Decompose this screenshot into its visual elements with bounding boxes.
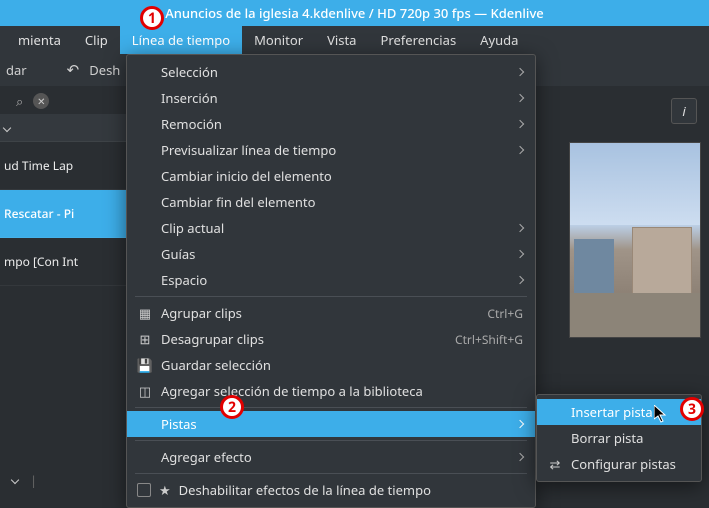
menu-item-guardar-seleccion[interactable]: 💾Guardar selección xyxy=(127,352,535,378)
info-icon: i xyxy=(682,102,685,120)
menu-monitor[interactable]: Monitor xyxy=(242,26,315,54)
configure-icon: ⇄ xyxy=(547,456,563,472)
undo-button[interactable]: Desh xyxy=(89,61,120,79)
pistas-submenu: Insertar pista Borrar pista ⇄Configurar … xyxy=(536,394,702,482)
window-titlebar: Anuncios de la iglesia 4.kdenlive / HD 7… xyxy=(0,0,709,26)
chevron-right-icon xyxy=(516,94,524,102)
window-title: Anuncios de la iglesia 4.kdenlive / HD 7… xyxy=(165,4,544,22)
redo-button-fragment[interactable]: dar xyxy=(6,61,27,79)
chevron-right-icon xyxy=(516,68,524,76)
menu-separator xyxy=(135,473,527,474)
checkbox-icon[interactable] xyxy=(137,483,151,497)
chevron-right-icon xyxy=(516,120,524,128)
clip-item[interactable]: ud Time Lap xyxy=(0,142,130,190)
dropdown-icon[interactable] xyxy=(11,476,19,484)
submenu-borrar-pista[interactable]: Borrar pista xyxy=(537,425,701,451)
chevron-right-icon xyxy=(516,453,524,461)
submenu-configurar-pistas[interactable]: ⇄Configurar pistas xyxy=(537,451,701,477)
chevron-right-icon xyxy=(516,146,524,154)
undo-icon[interactable]: ↶ xyxy=(67,60,80,80)
menu-separator xyxy=(135,296,527,297)
project-bin: ud Time Lap Rescatar - Pi mpo [Con Int xyxy=(0,114,130,286)
menu-item-cambiar-inicio[interactable]: Cambiar inicio del elemento xyxy=(127,163,535,189)
clip-item[interactable]: mpo [Con Int xyxy=(0,238,130,286)
chevron-down-icon xyxy=(3,123,11,131)
chevron-right-icon xyxy=(516,276,524,284)
chevron-right-icon xyxy=(516,420,524,428)
star-icon: ★ xyxy=(159,481,171,499)
menubar: mienta Clip Línea de tiempo Monitor Vist… xyxy=(0,26,709,54)
annotation-3: 3 xyxy=(680,397,704,421)
chevron-right-icon xyxy=(516,224,524,232)
annotation-2: 2 xyxy=(220,395,244,419)
menu-item-cambiar-fin[interactable]: Cambiar fin del elemento xyxy=(127,189,535,215)
bookmark-icon: ◫ xyxy=(137,383,153,399)
close-icon[interactable]: ✕ xyxy=(33,93,49,109)
menu-item-deshabilitar-efectos[interactable]: ★ Deshabilitar efectos de la línea de ti… xyxy=(127,477,535,503)
menu-item-clip-actual[interactable]: Clip actual xyxy=(127,215,535,241)
timeline-menu: Selección Inserción Remoción Previsualiz… xyxy=(126,54,536,508)
menu-herramienta[interactable]: mienta xyxy=(6,26,73,54)
menu-vista[interactable]: Vista xyxy=(315,26,368,54)
menu-item-agregar-biblioteca[interactable]: ◫Agregar selección de tiempo a la biblio… xyxy=(127,378,535,404)
info-button[interactable]: i xyxy=(671,98,697,124)
monitor-preview[interactable] xyxy=(569,142,701,338)
save-icon: 💾 xyxy=(137,357,153,373)
menu-linea-de-tiempo[interactable]: Línea de tiempo xyxy=(120,26,242,54)
menu-item-pistas[interactable]: Pistas xyxy=(127,411,535,437)
menu-item-guias[interactable]: Guías xyxy=(127,241,535,267)
menu-preferencias[interactable]: Preferencias xyxy=(368,26,468,54)
menu-item-espacio[interactable]: Espacio xyxy=(127,267,535,293)
menu-item-agrupar[interactable]: ▦Agrupar clipsCtrl+G xyxy=(127,300,535,326)
group-icon: ▦ xyxy=(137,305,153,321)
menu-item-previsualizar[interactable]: Previsualizar línea de tiempo xyxy=(127,137,535,163)
menu-item-insercion[interactable]: Inserción xyxy=(127,85,535,111)
menu-clip[interactable]: Clip xyxy=(73,26,120,54)
menu-ayuda[interactable]: Ayuda xyxy=(468,26,530,54)
ungroup-icon: ⊞ xyxy=(137,331,153,347)
menu-item-agregar-efecto[interactable]: Agregar efecto xyxy=(127,444,535,470)
menu-item-remocion[interactable]: Remoción xyxy=(127,111,535,137)
menu-item-desagrupar[interactable]: ⊞Desagrupar clipsCtrl+Shift+G xyxy=(127,326,535,352)
clip-item-selected[interactable]: Rescatar - Pi xyxy=(0,190,130,238)
submenu-insertar-pista[interactable]: Insertar pista xyxy=(537,399,701,425)
menu-separator xyxy=(135,440,527,441)
menu-item-seleccion[interactable]: Selección xyxy=(127,59,535,85)
search-icon[interactable]: ⌕ xyxy=(16,92,23,110)
menu-separator xyxy=(135,407,527,408)
annotation-1: 1 xyxy=(140,6,164,30)
bin-header[interactable] xyxy=(0,114,130,142)
chevron-right-icon xyxy=(516,250,524,258)
